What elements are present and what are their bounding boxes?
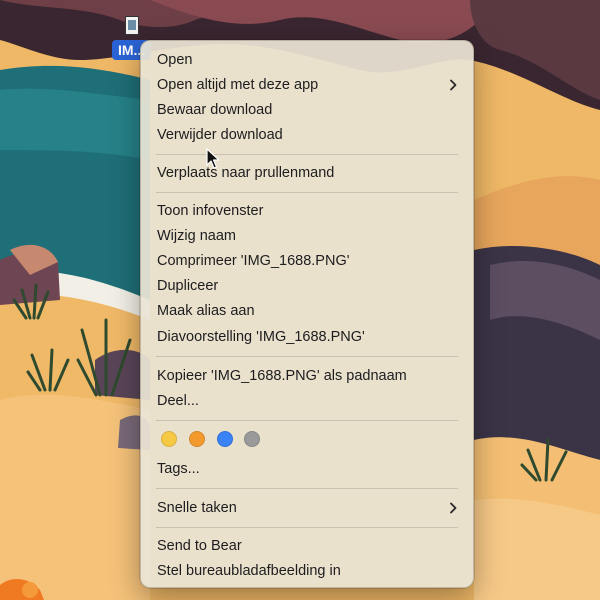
menu-item-label: Diavoorstelling 'IMG_1688.PNG' bbox=[157, 329, 365, 345]
menu-item-label: Stel bureaubladafbeelding in bbox=[157, 563, 341, 579]
menu-item-open[interactable]: Open bbox=[146, 48, 468, 72]
menu-item-copy-path[interactable]: Kopieer 'IMG_1688.PNG' als padnaam bbox=[146, 364, 468, 388]
menu-separator bbox=[156, 356, 458, 357]
menu-item-duplicate[interactable]: Dupliceer bbox=[146, 274, 468, 298]
mouse-pointer-icon bbox=[206, 148, 220, 169]
png-file-icon bbox=[125, 16, 139, 35]
menu-item-label: Maak alias aan bbox=[157, 303, 255, 319]
menu-item-label: Open altijd met deze app bbox=[157, 77, 319, 93]
tag-orange[interactable] bbox=[189, 431, 205, 447]
menu-item-label: Verwijder download bbox=[157, 127, 283, 143]
menu-item-label: Kopieer 'IMG_1688.PNG' als padnaam bbox=[157, 368, 407, 384]
menu-item-move-to-trash[interactable]: Verplaats naar prullenmand bbox=[146, 161, 468, 185]
menu-item-slideshow[interactable]: Diavoorstelling 'IMG_1688.PNG' bbox=[146, 325, 468, 349]
menu-item-get-info[interactable]: Toon infovenster bbox=[146, 199, 468, 223]
menu-separator bbox=[156, 420, 458, 421]
menu-item-label: Bewaar download bbox=[157, 102, 273, 118]
menu-separator bbox=[156, 488, 458, 489]
menu-item-label: Tags... bbox=[157, 461, 200, 477]
menu-item-label: Open bbox=[157, 52, 193, 68]
menu-item-label: Toon infovenster bbox=[157, 203, 264, 219]
tag-yellow[interactable] bbox=[161, 431, 177, 447]
menu-item-label: Dupliceer bbox=[157, 278, 219, 294]
menu-item-label: Send to Bear bbox=[157, 538, 242, 554]
menu-separator bbox=[156, 154, 458, 155]
menu-item-tags[interactable]: Tags... bbox=[146, 457, 468, 481]
menu-item-label: Comprimeer 'IMG_1688.PNG' bbox=[157, 253, 350, 269]
menu-item-label: Snelle taken bbox=[157, 500, 237, 516]
menu-separator bbox=[156, 192, 458, 193]
chevron-right-icon bbox=[450, 502, 457, 514]
menu-item-label: Deel... bbox=[157, 393, 199, 409]
menu-item-label: Wijzig naam bbox=[157, 228, 236, 244]
chevron-right-icon bbox=[450, 79, 457, 91]
menu-item-delete-download[interactable]: Verwijder download bbox=[146, 123, 468, 147]
menu-item-set-wallpaper[interactable]: Stel bureaubladafbeelding in bbox=[146, 559, 468, 583]
tag-color-row bbox=[141, 427, 473, 451]
menu-item-send-to-bear[interactable]: Send to Bear bbox=[146, 534, 468, 558]
menu-item-keep-download[interactable]: Bewaar download bbox=[146, 98, 468, 122]
menu-item-share[interactable]: Deel... bbox=[146, 389, 468, 413]
menu-item-rename[interactable]: Wijzig naam bbox=[146, 224, 468, 248]
menu-item-label: Verplaats naar prullenmand bbox=[157, 165, 335, 181]
context-menu: Open Open altijd met deze app Bewaar dow… bbox=[140, 40, 474, 588]
menu-item-compress[interactable]: Comprimeer 'IMG_1688.PNG' bbox=[146, 249, 468, 273]
menu-item-open-with[interactable]: Open altijd met deze app bbox=[146, 73, 468, 97]
menu-item-quick-actions[interactable]: Snelle taken bbox=[146, 496, 468, 520]
menu-separator bbox=[156, 527, 458, 528]
menu-item-make-alias[interactable]: Maak alias aan bbox=[146, 299, 468, 323]
tag-blue[interactable] bbox=[217, 431, 233, 447]
tag-gray[interactable] bbox=[244, 431, 260, 447]
